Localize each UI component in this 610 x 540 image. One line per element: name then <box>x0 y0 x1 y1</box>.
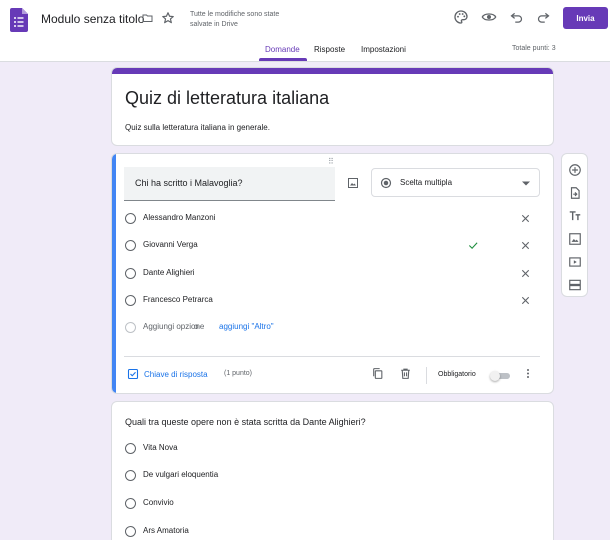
side-toolbar <box>561 153 588 297</box>
option-row[interactable]: Francesco Petrarca <box>125 293 535 309</box>
palette-icon[interactable] <box>453 9 469 25</box>
remove-option-icon[interactable] <box>520 213 531 224</box>
add-title-icon[interactable] <box>568 209 582 223</box>
remove-option-icon[interactable] <box>520 295 531 306</box>
radio-empty-icon <box>125 268 136 279</box>
form-header-card[interactable]: Quiz di letteratura italiana Quiz sulla … <box>111 67 554 146</box>
correct-answer-check-icon <box>467 240 479 251</box>
add-image-icon[interactable] <box>568 232 582 246</box>
top-bar: Modulo senza titolo Tutte le modifiche s… <box>0 0 610 62</box>
answer-key-check-icon[interactable] <box>127 368 139 380</box>
delete-icon[interactable] <box>399 367 412 380</box>
add-video-icon[interactable] <box>568 255 582 269</box>
add-section-icon[interactable] <box>568 278 582 292</box>
more-vert-icon[interactable] <box>522 367 534 380</box>
question-card[interactable]: Quali tra queste opere non è stata scrit… <box>111 401 554 540</box>
preview-eye-icon[interactable] <box>481 9 497 25</box>
remove-option-icon[interactable] <box>520 268 531 279</box>
option-label: Convivio <box>143 498 174 507</box>
total-points: Totale punti: 3 <box>512 45 556 52</box>
form-title[interactable]: Quiz di letteratura italiana <box>125 88 329 109</box>
required-toggle[interactable] <box>490 371 512 381</box>
tab-responses[interactable]: Risposte <box>314 45 345 54</box>
question-title-text: Chi ha scritto i Malavoglia? <box>135 178 243 188</box>
divider <box>124 356 540 357</box>
option-label[interactable]: Giovanni Verga <box>143 240 198 249</box>
add-image-icon[interactable] <box>347 177 359 189</box>
answer-key-link[interactable]: Chiave di risposta <box>144 370 208 379</box>
undo-icon[interactable] <box>509 9 524 24</box>
question-title-text: Quali tra queste opere non è stata scrit… <box>125 417 366 427</box>
save-status: Tutte le modifiche sono state salvate in… <box>190 11 280 28</box>
option-label[interactable]: Dante Alighieri <box>143 268 195 277</box>
radio-checked-icon <box>380 177 392 189</box>
option-row: De vulgari eloquentia <box>125 468 425 484</box>
radio-empty-icon <box>125 322 136 333</box>
vertical-divider <box>426 367 427 384</box>
folder-icon[interactable] <box>141 12 154 24</box>
question-card-active[interactable]: ⠿ Chi ha scritto i Malavoglia? Scelta mu… <box>111 153 554 394</box>
option-row: Convivio <box>125 496 425 512</box>
question-title-field[interactable]: Chi ha scritto i Malavoglia? <box>124 167 335 201</box>
tab-settings[interactable]: Impostazioni <box>361 45 406 54</box>
radio-empty-icon <box>125 470 136 481</box>
question-type-label: Scelta multipla <box>400 178 453 187</box>
forms-app-icon[interactable] <box>10 8 28 32</box>
accent-band <box>112 68 553 74</box>
radio-empty-icon <box>125 295 136 306</box>
dropdown-caret-icon <box>522 181 530 186</box>
drag-handle-icon[interactable]: ⠿ <box>328 157 335 166</box>
add-other-link[interactable]: aggiungi "Altro" <box>219 322 274 331</box>
add-option-row: Aggiungi opzione o aggiungi "Altro" <box>125 320 535 336</box>
document-title[interactable]: Modulo senza titolo <box>41 12 144 26</box>
option-label: Vita Nova <box>143 443 178 452</box>
option-label[interactable]: Francesco Petrarca <box>143 295 213 304</box>
active-tab-indicator <box>259 58 307 61</box>
option-row[interactable]: Dante Alighieri <box>125 266 535 282</box>
option-row: Ars Amatoria <box>125 524 425 540</box>
star-icon[interactable] <box>161 11 175 25</box>
active-indicator <box>112 154 116 393</box>
option-row[interactable]: Alessandro Manzoni <box>125 211 535 227</box>
tab-questions[interactable]: Domande <box>265 45 300 54</box>
duplicate-icon[interactable] <box>371 367 384 380</box>
required-label: Obbligatorio <box>438 371 476 378</box>
option-label: De vulgari eloquentia <box>143 470 219 479</box>
option-row[interactable]: Giovanni Verga <box>125 238 535 254</box>
remove-option-icon[interactable] <box>520 240 531 251</box>
or-text: o <box>194 322 199 331</box>
form-description[interactable]: Quiz sulla letteratura italiana in gener… <box>125 123 270 132</box>
send-button[interactable]: Invia <box>563 7 608 29</box>
option-label: Ars Amatoria <box>143 526 189 535</box>
import-questions-icon[interactable] <box>568 186 582 200</box>
redo-icon[interactable] <box>536 9 551 24</box>
points-label: (1 punto) <box>224 370 253 377</box>
option-label[interactable]: Alessandro Manzoni <box>143 213 215 222</box>
option-row: Vita Nova <box>125 441 425 457</box>
radio-empty-icon <box>125 213 136 224</box>
radio-empty-icon <box>125 443 136 454</box>
add-question-icon[interactable] <box>568 163 582 177</box>
radio-empty-icon <box>125 240 136 251</box>
question-type-dropdown[interactable]: Scelta multipla <box>371 168 540 197</box>
radio-empty-icon <box>125 498 136 509</box>
radio-empty-icon <box>125 526 136 537</box>
